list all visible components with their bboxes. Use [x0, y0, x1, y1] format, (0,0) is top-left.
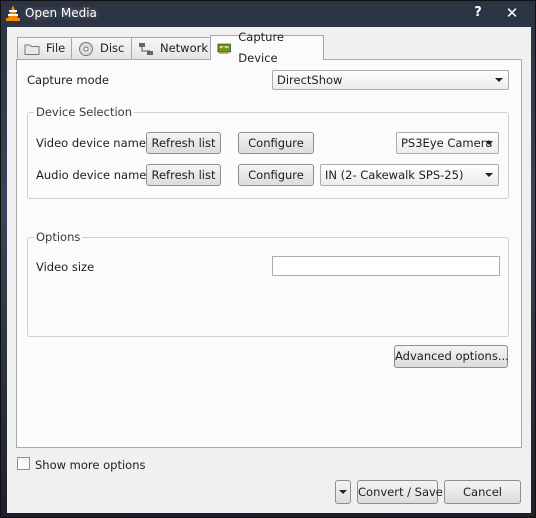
audio-device-label: Audio device name [36, 168, 147, 182]
chevron-down-icon [485, 173, 493, 177]
video-device-label: Video device name [36, 136, 146, 150]
video-configure-button[interactable]: Configure [238, 132, 314, 154]
tab-network[interactable]: Network [131, 37, 211, 59]
video-size-label: Video size [36, 260, 95, 274]
open-media-window: Open Media ? ✕ File Disc Network Capture… [0, 0, 536, 518]
network-icon [139, 42, 153, 55]
options-title: Options [34, 230, 83, 244]
tab-capture-device-label: Capture Device [238, 30, 285, 65]
video-device-select[interactable]: PS3Eye Camera [396, 132, 499, 154]
tab-disc[interactable]: Disc [71, 37, 132, 59]
folder-icon [24, 44, 40, 55]
help-button[interactable]: ? [463, 4, 493, 22]
chevron-down-icon [339, 490, 347, 494]
audio-device-select[interactable]: IN (2- Cakewalk SPS-25) [320, 164, 499, 186]
capture-device-pane: Capture mode DirectShow Device Selection… [16, 59, 522, 448]
video-size-input[interactable] [272, 256, 500, 276]
video-device-value: PS3Eye Camera [401, 136, 493, 150]
capture-mode-value: DirectShow [277, 73, 343, 87]
vlc-cone-icon [6, 5, 20, 21]
tab-file-label: File [46, 41, 66, 55]
convert-dropdown-button[interactable] [335, 480, 351, 504]
chevron-down-icon [495, 78, 503, 82]
window-title: Open Media [25, 6, 97, 20]
capture-card-icon [217, 43, 231, 54]
cancel-button[interactable]: Cancel [444, 480, 521, 504]
advanced-options-button[interactable]: Advanced options... [394, 345, 509, 368]
disc-icon [79, 41, 93, 56]
tab-file[interactable]: File [17, 37, 72, 59]
convert-save-button[interactable]: Convert / Save [357, 480, 443, 504]
audio-refresh-button[interactable]: Refresh list [146, 164, 221, 186]
device-selection-title: Device Selection [34, 105, 134, 119]
capture-mode-select[interactable]: DirectShow [272, 70, 509, 90]
device-selection-group: Device Selection Video device name Refre… [27, 105, 509, 199]
audio-device-value: IN (2- Cakewalk SPS-25) [325, 168, 464, 182]
chevron-down-icon [485, 141, 493, 145]
dialog-body: File Disc Network Capture Device Capture… [7, 27, 531, 513]
video-refresh-button[interactable]: Refresh list [146, 132, 221, 154]
tab-disc-label: Disc [100, 41, 125, 55]
audio-configure-button[interactable]: Configure [238, 164, 314, 186]
divider [27, 97, 509, 98]
options-group: Options Video size [27, 230, 509, 337]
show-more-options-label: Show more options [35, 458, 146, 472]
tab-capture-device[interactable]: Capture Device [210, 30, 324, 65]
title-bar[interactable]: Open Media ? ✕ [1, 1, 535, 27]
capture-mode-label: Capture mode [27, 73, 109, 87]
tab-network-label: Network [160, 41, 209, 55]
close-button[interactable]: ✕ [497, 4, 527, 22]
show-more-options-checkbox[interactable] [17, 457, 30, 470]
